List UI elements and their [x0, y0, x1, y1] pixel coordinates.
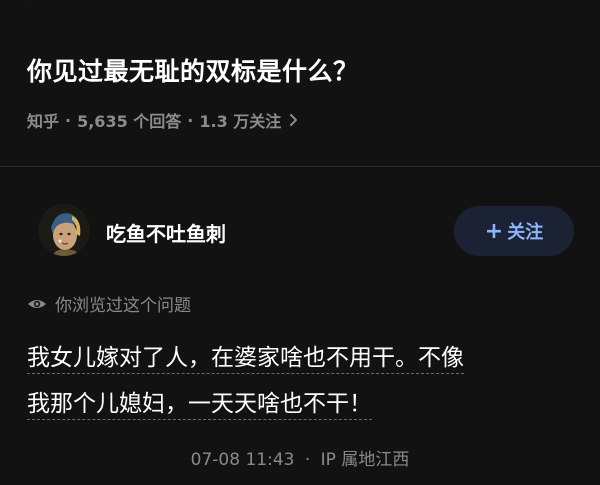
author-row: 吃鱼不吐鱼刺 + 关注	[38, 204, 578, 260]
ip-location: IP 属地江西	[320, 450, 410, 470]
back-arrow-icon-partial: ‹	[22, 0, 48, 6]
viewed-note: 你浏览过这个问题	[27, 291, 191, 316]
answer-timestamp: 07-08 11:43	[190, 450, 295, 470]
question-title[interactable]: 你见过最无耻的双标是什么？	[27, 52, 359, 88]
plus-icon: +	[484, 218, 504, 244]
question-meta[interactable]: 知乎 · 5,635 个回答 · 1.3 万关注	[27, 108, 298, 132]
meta-separator: ·	[65, 110, 72, 130]
answer-body[interactable]: 我女儿嫁对了人，在婆家啥也不用干。不像 我那个儿媳妇，一天天啥也不干！	[27, 335, 587, 427]
footer-separator: ·	[304, 450, 311, 470]
viewed-note-text: 你浏览过这个问题	[55, 296, 191, 316]
answer-line: 我女儿嫁对了人，在婆家啥也不用干。不像	[27, 335, 587, 381]
source-label: 知乎	[27, 112, 60, 131]
answer-line: 我那个儿媳妇，一天天啥也不干！	[27, 381, 587, 427]
eye-icon	[27, 294, 47, 314]
answer-line-text: 我女儿嫁对了人，在婆家啥也不用干。不像	[27, 345, 464, 374]
follower-count: 1.3 万关注	[199, 112, 282, 131]
follow-button[interactable]: + 关注	[454, 206, 574, 256]
meta-separator: ·	[187, 110, 194, 130]
answer-count: 5,635 个回答	[77, 112, 182, 131]
follow-label: 关注	[507, 222, 544, 243]
avatar[interactable]	[38, 204, 90, 256]
chevron-right-icon[interactable]	[289, 113, 298, 127]
answer-line-text: 我那个儿媳妇，一天天啥也不干！	[27, 391, 372, 420]
author-name[interactable]: 吃鱼不吐鱼刺	[106, 218, 226, 247]
answer-footer: 07-08 11:43 · IP 属地江西	[0, 445, 600, 470]
section-divider	[0, 166, 600, 167]
